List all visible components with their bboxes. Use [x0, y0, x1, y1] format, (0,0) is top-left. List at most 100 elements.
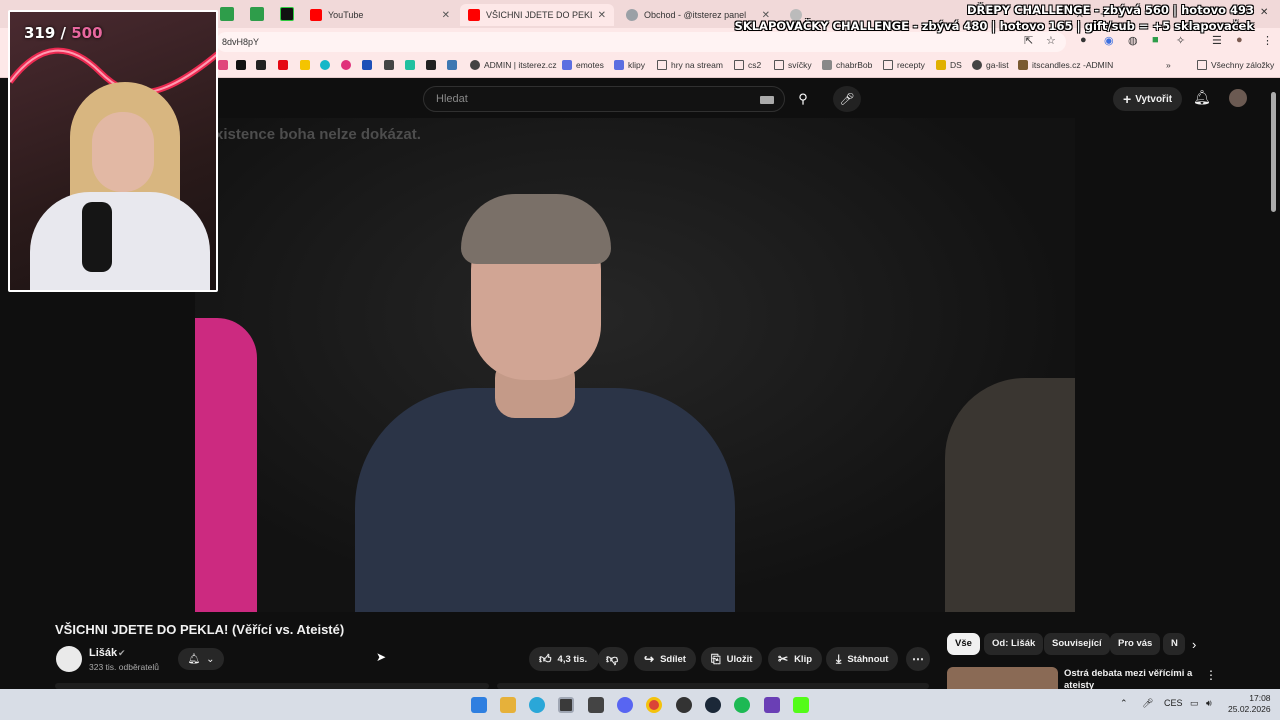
bookmark-item[interactable]: DS	[936, 60, 962, 70]
bookmark-folder[interactable]: hry na stream	[657, 60, 723, 70]
bookmark-icon-only[interactable]	[278, 60, 292, 70]
notifications-bell-icon[interactable]: 🔔︎	[1193, 89, 1211, 106]
bookmark-favicon-icon	[614, 60, 624, 70]
taskbar-clock[interactable]: 17:08 25.02.2026	[1228, 693, 1271, 715]
app-icon[interactable]	[764, 697, 780, 713]
url-field[interactable]: 8dvH8pY	[216, 32, 1066, 52]
close-tab-icon[interactable]: ✕	[598, 10, 606, 21]
extension-icon[interactable]: ◉	[1104, 34, 1114, 47]
page-scrollbar[interactable]	[1271, 92, 1276, 212]
bookmark-icon-only[interactable]	[236, 60, 250, 70]
globe-icon	[626, 9, 638, 21]
recommended-thumbnail[interactable]	[947, 667, 1058, 689]
extension-icon[interactable]: ■	[1152, 34, 1159, 46]
chip-from-channel[interactable]: Od: Lišák	[984, 633, 1044, 655]
bookmark-icon-only[interactable]	[256, 60, 270, 70]
bookmark-icon-only[interactable]	[341, 60, 355, 70]
windows-start-icon[interactable]	[471, 697, 487, 713]
kick-icon[interactable]	[793, 697, 809, 713]
app-icon[interactable]	[588, 697, 604, 713]
folder-icon	[883, 60, 893, 70]
all-bookmarks-folder[interactable]: Všechny záložky	[1197, 60, 1274, 70]
spotify-icon[interactable]	[734, 697, 750, 713]
download-button[interactable]: ⤓ Stáhnout	[826, 647, 899, 671]
bookmark-icon-only[interactable]	[320, 60, 334, 70]
chrome-icon[interactable]	[646, 697, 662, 713]
extension-icon[interactable]: ◍	[1128, 34, 1138, 47]
like-button[interactable]: 👍︎ 4,3 tis.	[529, 647, 599, 671]
pinned-tab-icon[interactable]	[220, 7, 234, 21]
chip-all[interactable]: Vše	[947, 633, 980, 655]
bookmark-favicon-icon	[447, 60, 457, 70]
pinned-tab-icon[interactable]	[250, 7, 264, 21]
more-bookmarks-icon[interactable]: »	[1166, 60, 1171, 70]
windows-taskbar	[0, 689, 1280, 720]
chip-for-you[interactable]: Pro vás	[1110, 633, 1161, 655]
file-explorer-icon[interactable]	[500, 697, 516, 713]
bookmark-item[interactable]: ADMIN | itsterez.cz	[470, 60, 557, 70]
channel-avatar[interactable]	[56, 646, 82, 672]
share-button[interactable]: ↪ Sdílet	[634, 647, 696, 671]
bookmark-icon-only[interactable]	[384, 60, 398, 70]
chip-next-partial[interactable]: N	[1163, 633, 1185, 655]
discord-icon[interactable]	[617, 697, 633, 713]
scissors-icon: ✂	[778, 652, 789, 666]
ccleaner-icon[interactable]	[529, 697, 545, 713]
create-button[interactable]: + Vytvořit	[1113, 87, 1183, 111]
language-indicator[interactable]: CES	[1164, 698, 1183, 708]
obs-icon[interactable]	[558, 697, 574, 713]
subscription-bell-button[interactable]: 🔔︎ ⌄	[178, 648, 224, 670]
bookmark-folder[interactable]: svíčky	[774, 60, 812, 70]
tray-volume-icon[interactable]: 🔊︎	[1206, 698, 1212, 709]
kick-tab-icon[interactable]	[280, 7, 294, 21]
install-icon[interactable]: ⇱	[1024, 34, 1033, 47]
streamer-face	[92, 112, 154, 192]
account-avatar[interactable]	[1229, 89, 1247, 107]
steam-icon[interactable]	[705, 697, 721, 713]
bookmark-icon-only[interactable]	[447, 60, 461, 70]
chevron-right-icon[interactable]: ›	[1192, 637, 1196, 652]
clip-button[interactable]: ✂ Klip	[768, 647, 823, 671]
puzzle-icon[interactable]: ✧	[1176, 34, 1185, 47]
tab-youtube[interactable]: YouTube ✕	[302, 4, 458, 26]
bookmark-item[interactable]: ga-list	[972, 60, 1009, 70]
close-tab-icon[interactable]: ✕	[442, 10, 450, 21]
dislike-button[interactable]: 👎︎	[598, 647, 628, 671]
close-window-icon[interactable]: ✕	[1260, 7, 1268, 18]
more-vertical-icon[interactable]: ⋮	[1205, 668, 1217, 682]
tray-microphone-icon[interactable]: 🎤︎	[1142, 698, 1153, 709]
reading-list-icon[interactable]: ☰	[1212, 34, 1222, 47]
bookmark-icon-only[interactable]	[362, 60, 376, 70]
bookmark-favicon-icon	[320, 60, 330, 70]
bookmark-icon-only[interactable]	[218, 60, 232, 70]
tray-chevron-icon[interactable]: ⌃	[1120, 698, 1128, 709]
recommended-title[interactable]: Ostrá debata mezi věřícími a ateisty	[1064, 668, 1194, 690]
search-input[interactable]: Hledat	[423, 86, 785, 112]
bookmark-folder[interactable]: recepty	[883, 60, 925, 70]
bookmark-item[interactable]: klipy	[614, 60, 645, 70]
menu-dots-icon[interactable]: ⋮	[1262, 34, 1273, 47]
extension-icon[interactable]: ●	[1080, 34, 1087, 46]
profile-icon[interactable]: ●	[1236, 34, 1243, 46]
video-player[interactable]: xistence boha nelze dokázat.	[195, 118, 1075, 612]
bookmark-icon-only[interactable]	[426, 60, 440, 70]
app-icon[interactable]	[676, 697, 692, 713]
bookmark-item[interactable]: itscandles.cz -ADMIN	[1018, 60, 1113, 70]
channel-name[interactable]: Lišák	[89, 647, 117, 659]
bookmark-favicon-icon	[1018, 60, 1028, 70]
bookmark-star-icon[interactable]: ☆	[1046, 34, 1056, 47]
bookmark-folder[interactable]: cs2	[734, 60, 761, 70]
save-button[interactable]: ⎘ Uložit	[701, 647, 763, 671]
chip-related[interactable]: Související	[1044, 633, 1110, 655]
tray-network-icon[interactable]: ▭	[1190, 698, 1199, 709]
more-actions-button[interactable]: ⋯	[906, 647, 930, 671]
bookmark-item[interactable]: chabrBob	[822, 60, 872, 70]
keyboard-icon[interactable]	[760, 96, 774, 104]
bookmark-icon-only[interactable]	[300, 60, 314, 70]
microphone-icon[interactable]: 🎤︎	[833, 86, 861, 112]
bookmark-item[interactable]: emotes	[562, 60, 604, 70]
tab-video[interactable]: VŠICHNI JDETE DO PEKLA! (Věř ✕	[460, 4, 614, 26]
search-icon[interactable]: ⚲	[785, 86, 821, 112]
folder-icon	[734, 60, 744, 70]
bookmark-icon-only[interactable]	[405, 60, 419, 70]
